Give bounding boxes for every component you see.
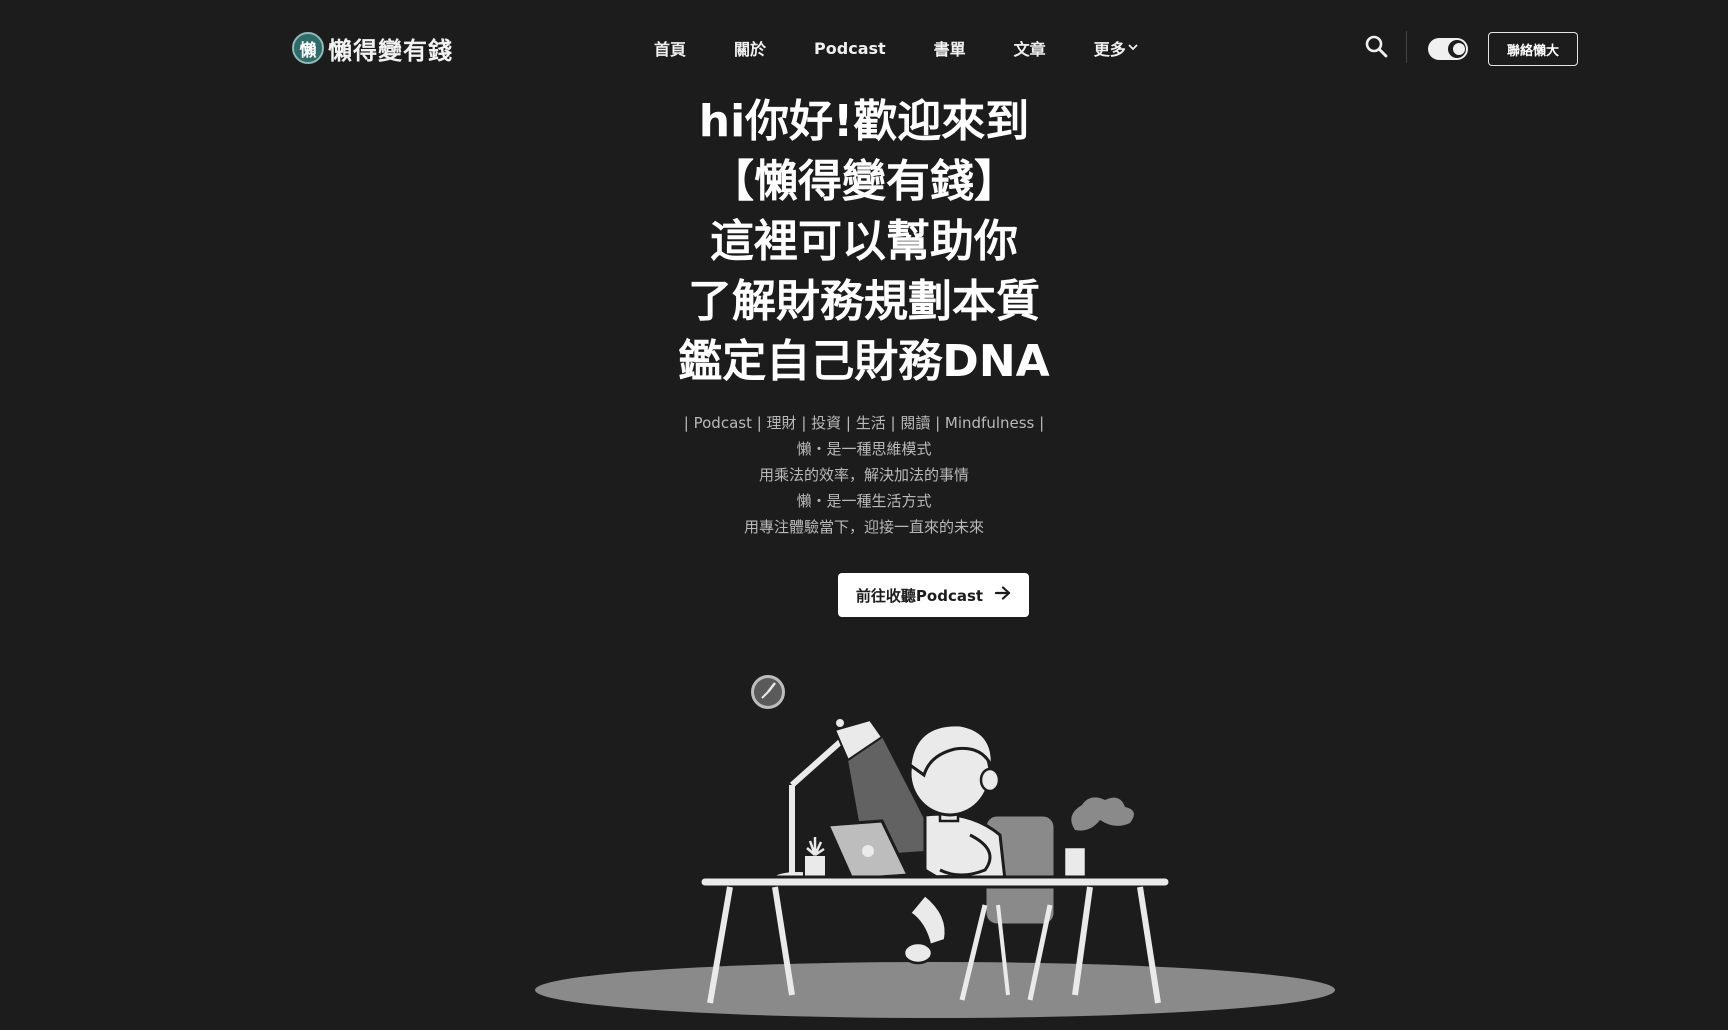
search-button[interactable] xyxy=(1364,34,1390,60)
nav-item-more[interactable]: 更多 xyxy=(1094,36,1138,60)
nav-item-about[interactable]: 關於 xyxy=(734,36,766,60)
nav-item-articles[interactable]: 文章 xyxy=(1014,36,1046,60)
logo-badge: 懶 xyxy=(292,32,324,64)
hero-subtitle-line: 用乘法的效率，解決加法的事情 xyxy=(758,466,969,484)
nav-item-booklist[interactable]: 書單 xyxy=(934,36,966,60)
listen-podcast-button[interactable]: 前往收聽Podcast xyxy=(838,573,1029,617)
hero-title-line: 了解財務規劃本質 xyxy=(688,276,1040,327)
hero-subtitle-line: 懶・是一種思維模式 xyxy=(796,440,932,458)
main-nav: 首頁 關於 Podcast 書單 文章 更多 xyxy=(654,32,1138,64)
hero-title-line: 這裡可以幫助你 xyxy=(710,216,1018,267)
search-icon xyxy=(1365,35,1388,58)
site-logo[interactable]: 懶 懶得變有錢 xyxy=(292,30,453,66)
hero-subtitle: | Podcast | 理財 | 投資 | 生活 | 閱讀 | Mindfuln… xyxy=(564,410,1164,540)
hero-subtitle-line: 懶・是一種生活方式 xyxy=(796,492,932,510)
hero-subtitle-line: 用專注體驗當下，迎接一直來的未來 xyxy=(743,518,984,536)
nav-item-home[interactable]: 首頁 xyxy=(654,36,686,60)
nav-item-podcast[interactable]: Podcast xyxy=(814,39,886,58)
workspace-illustration xyxy=(535,673,1335,1018)
coffee-mug xyxy=(1062,797,1134,879)
moon-icon xyxy=(1448,40,1466,58)
logo-text: 懶得變有錢 xyxy=(328,36,453,65)
plant-pot xyxy=(803,837,827,880)
hero-title: hi你好!歡迎來到 【懶得變有錢】 這裡可以幫助你 了解財務規劃本質 鑑定自己財… xyxy=(564,92,1164,392)
hero-title-line: 鑑定自己財務DNA xyxy=(678,336,1050,387)
nav-item-more-label: 更多 xyxy=(1093,40,1126,59)
contact-button[interactable]: 聯絡懶大 xyxy=(1488,32,1578,66)
site-header: 懶 懶得變有錢 首頁 關於 Podcast 書單 文章 更多 聯絡懶大 xyxy=(0,0,1728,96)
floor-shadow xyxy=(535,962,1335,1018)
chevron-down-icon xyxy=(1128,41,1138,55)
listen-podcast-label: 前往收聽Podcast xyxy=(855,586,984,605)
page: 懶 懶得變有錢 首頁 關於 Podcast 書單 文章 更多 聯絡懶大 hi你好… xyxy=(0,0,1728,1030)
theme-toggle[interactable] xyxy=(1428,38,1468,60)
hero-title-line: hi你好!歡迎來到 xyxy=(698,96,1030,147)
hero-title-line: 【懶得變有錢】 xyxy=(710,156,1018,207)
clock-icon xyxy=(749,673,787,711)
arrow-right-icon xyxy=(994,586,1011,604)
header-divider xyxy=(1406,31,1407,63)
hero-tags: | Podcast | 理財 | 投資 | 生活 | 閱讀 | Mindfuln… xyxy=(683,414,1045,432)
